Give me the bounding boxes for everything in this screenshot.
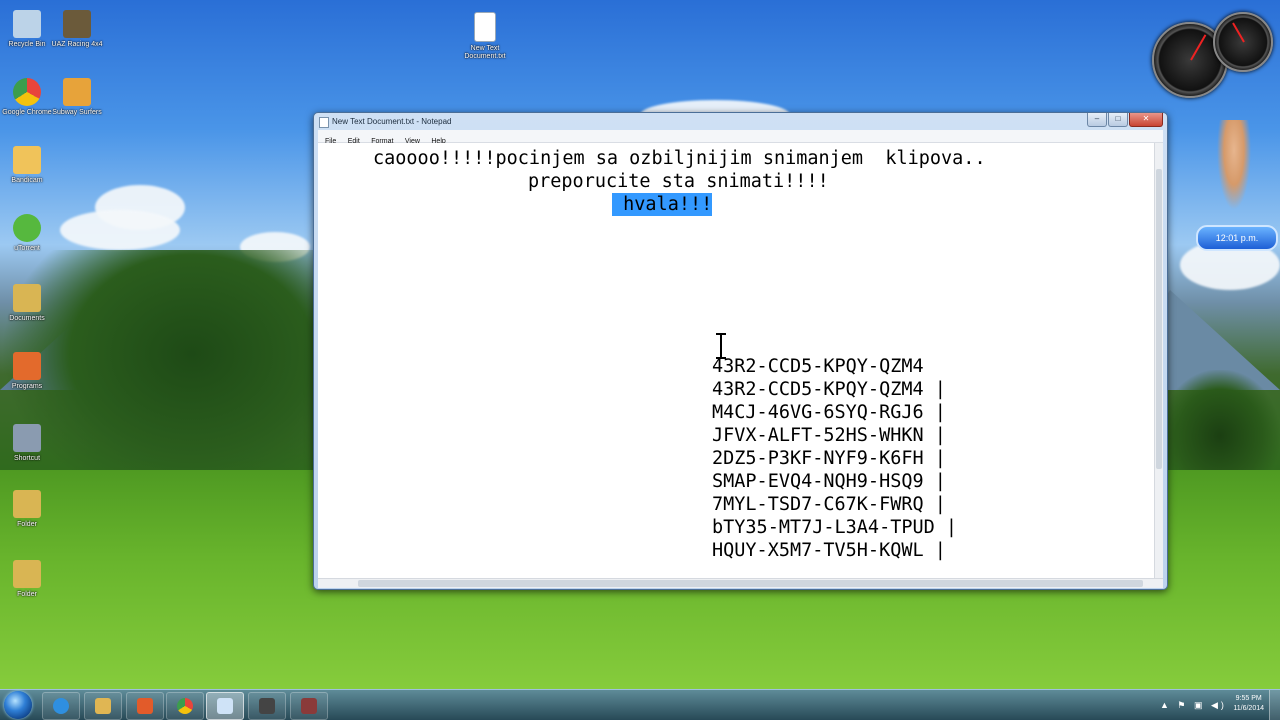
window-title: New Text Document.txt - Notepad — [332, 117, 452, 126]
notepad-window[interactable]: New Text Document.txt - Notepad – □ ✕ Fi… — [313, 112, 1168, 590]
taskbar-explorer[interactable] — [84, 692, 122, 720]
text-editor[interactable]: caoooo!!!!!pocinjem sa ozbiljnijim snima… — [318, 143, 1163, 579]
folder-icon — [13, 284, 41, 312]
recycle-bin-icon — [13, 10, 41, 38]
desktop-icon-bandicam[interactable]: Bandicam — [0, 146, 54, 185]
scroll-thumb[interactable] — [358, 580, 1143, 587]
chrome-icon — [177, 698, 193, 714]
folder-icon — [13, 560, 41, 588]
show-desktop-button[interactable] — [1269, 690, 1280, 720]
text-line: preporucite sta snimati!!!! — [528, 171, 829, 192]
close-button[interactable]: ✕ — [1129, 113, 1163, 127]
clock-gadget[interactable]: 12:01 p.m. — [1196, 225, 1278, 251]
text-line: caoooo!!!!!pocinjem sa ozbiljnijim snima… — [373, 148, 986, 169]
key-line: bTY35-MT7J-L3A4-TPUD | — [712, 517, 958, 538]
text-file-icon — [474, 12, 496, 42]
key-line: JFVX-ALFT-52HS-WHKN | — [712, 425, 946, 446]
key-line: 2DZ5-P3KF-NYF9-K6FH | — [712, 448, 946, 469]
desktop-icon-new-text-document[interactable]: New Text Document.txt — [458, 12, 512, 61]
ie-icon — [53, 698, 69, 714]
key-line: M4CJ-46VG-6SYQ-RGJ6 | — [712, 402, 946, 423]
utorrent-icon — [13, 214, 41, 242]
text-cursor-icon — [716, 333, 726, 359]
key-line: 43R2-CCD5-KPQY-QZM4 — [712, 356, 924, 377]
app-icon — [13, 352, 41, 380]
title-bar[interactable]: New Text Document.txt - Notepad – □ ✕ — [314, 113, 1167, 130]
desktop-icon-folder[interactable]: Folder — [0, 490, 54, 529]
cpu-gauge-gadget[interactable] — [1213, 12, 1273, 72]
notepad-icon — [217, 698, 233, 714]
desktop-icon-folder-2[interactable]: Folder — [0, 560, 54, 599]
app-icon — [301, 698, 317, 714]
desktop-icon-recycle-bin[interactable]: Recycle Bin — [0, 10, 54, 49]
folder-icon — [13, 490, 41, 518]
key-line: 43R2-CCD5-KPQY-QZM4 | — [712, 379, 946, 400]
minimize-button[interactable]: – — [1087, 113, 1107, 127]
notepad-icon — [319, 117, 329, 128]
taskbar-notepad[interactable] — [206, 692, 244, 720]
taskbar-chrome[interactable] — [166, 692, 204, 720]
figurine-gadget[interactable] — [1214, 120, 1254, 220]
taskbar: ▲ ⚑ ▣ ◀) 9:55 PM 11/6/2014 — [0, 689, 1280, 720]
horizontal-scrollbar[interactable] — [318, 578, 1163, 588]
scroll-thumb[interactable] — [1156, 169, 1162, 469]
key-line: 7MYL-TSD7-C67K-FWRQ | — [712, 494, 946, 515]
taskbar-clock[interactable]: 9:55 PM 11/6/2014 — [1233, 694, 1264, 714]
key-line: HQUY-X5M7-TV5H-KQWL | — [712, 540, 946, 561]
media-player-icon — [137, 698, 153, 714]
selected-text: hvala!!! — [612, 193, 713, 216]
bandicam-icon — [13, 146, 41, 174]
maximize-button[interactable]: □ — [1108, 113, 1128, 127]
chrome-icon — [13, 78, 41, 106]
explorer-icon — [95, 698, 111, 714]
taskbar-app[interactable] — [248, 692, 286, 720]
desktop-icon-chrome[interactable]: Google Chrome — [0, 78, 54, 117]
system-tray: ▲ ⚑ ▣ ◀) 9:55 PM 11/6/2014 — [1160, 690, 1280, 720]
uaz-racing-icon — [63, 10, 91, 38]
key-line: SMAP-EVQ4-NQH9-HSQ9 | — [712, 471, 946, 492]
desktop-icon-programs[interactable]: Programs — [0, 352, 54, 391]
start-button[interactable] — [4, 691, 32, 719]
desktop-icon-uaz-racing[interactable]: UAZ Racing 4x4 — [50, 10, 104, 49]
app-icon — [259, 698, 275, 714]
desktop-icon-documents[interactable]: Documents — [0, 284, 54, 323]
taskbar-media-player[interactable] — [126, 692, 164, 720]
desktop-icon-utorrent[interactable]: uTorrent — [0, 214, 54, 253]
shortcut-icon — [13, 424, 41, 452]
tray-icons[interactable]: ▲ ⚑ ▣ ◀) — [1160, 700, 1227, 711]
taskbar-ie[interactable] — [42, 692, 80, 720]
vertical-scrollbar[interactable] — [1154, 143, 1163, 579]
desktop-icon-subway-surfers[interactable]: Subway Surfers — [50, 78, 104, 117]
desktop-icon-shortcut[interactable]: Shortcut — [0, 424, 54, 463]
taskbar-app-2[interactable] — [290, 692, 328, 720]
menu-bar: File Edit Format View Help — [318, 130, 1163, 145]
subway-surfers-icon — [63, 78, 91, 106]
